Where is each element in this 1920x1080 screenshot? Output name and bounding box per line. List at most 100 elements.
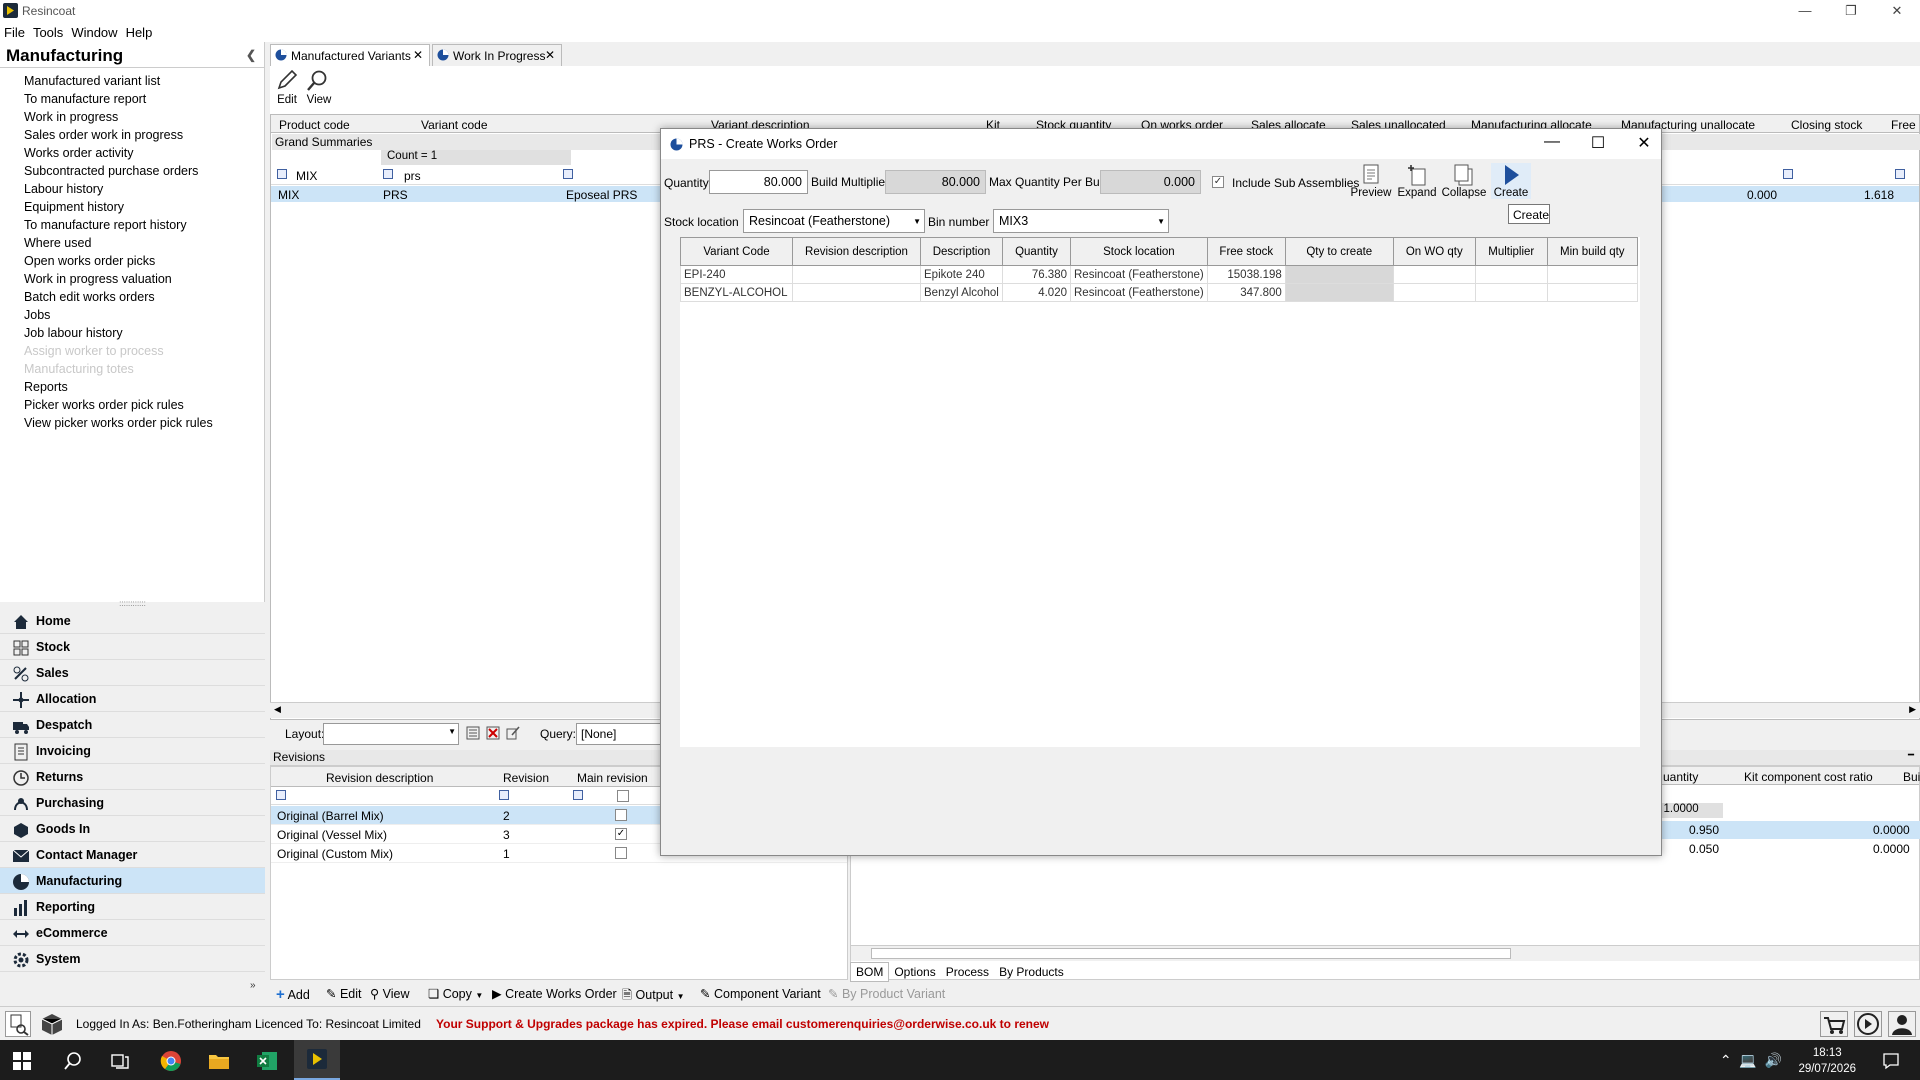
menu-file[interactable]: File [0,22,29,40]
filter-icon[interactable] [277,169,287,179]
add-button[interactable]: + Add [276,986,310,1003]
nav-item[interactable]: Equipment history [0,198,264,216]
nav-item[interactable]: Manufactured variant list [0,72,264,90]
cell-qty-to-create[interactable] [1284,283,1394,302]
cube-icon[interactable] [40,1012,64,1036]
nav-item[interactable]: To manufacture report history [0,216,264,234]
table-row[interactable]: 0.050 0.0000 [1641,840,1920,858]
col-free[interactable]: Free [1891,118,1916,132]
table-row[interactable]: EPI-240 Epikote 240 76.380 Resincoat (Feath… [680,265,1638,284]
main-revision-checkbox[interactable] [615,809,627,821]
nav-item[interactable]: Job labour history [0,324,264,342]
module-manufacturing[interactable]: Manufacturing [0,868,265,894]
layout-edit-icon[interactable] [506,726,520,740]
tab-bom[interactable]: BOM [850,962,890,982]
table-row[interactable]: BENZYL-ALCOHOL Benzyl Alcohol 4.020 Resinco… [680,283,1638,302]
view-action-button[interactable]: ⚲ View [370,986,410,1001]
main-revision-checkbox[interactable]: ✓ [615,828,627,840]
basket-icon[interactable] [1820,1011,1848,1037]
search-icon[interactable] [5,1011,31,1037]
user-icon[interactable] [1888,1011,1916,1037]
edit-button[interactable]: Edit [274,68,300,106]
col-qty-to-create[interactable]: Qty to create [1284,237,1394,266]
table-row[interactable]: 0.950 0.0000 [1641,821,1920,839]
file-explorer-icon[interactable] [208,1051,230,1071]
search-icon[interactable] [63,1051,83,1071]
output-button[interactable]: 🗎 Output ▼ [622,986,684,1007]
module-purchasing[interactable]: Purchasing [0,790,265,816]
col-multiplier[interactable]: Multiplier [1474,237,1548,266]
tab-work-in-progress[interactable]: Work In Progress ✕ [432,44,562,66]
copy-button[interactable]: ❏ Copy ▼ [428,986,483,1001]
col-closing-stock[interactable]: Closing stock [1791,118,1862,132]
col-variant-code[interactable]: Variant code [421,118,488,132]
excel-icon[interactable] [256,1050,278,1072]
pin-icon[interactable]: ━ [1908,750,1914,761]
col-product-code[interactable]: Product code [279,118,350,132]
col-revision[interactable]: Revision [503,771,549,785]
tab-by-products[interactable]: By Products [994,963,1069,981]
filter-icon[interactable] [573,790,583,800]
dialog-close-button[interactable]: ✕ [1629,133,1659,153]
col-description[interactable]: Description [920,237,1003,266]
filter-icon[interactable] [276,790,286,800]
include-sub-assemblies-checkbox[interactable]: ✓ [1212,176,1224,188]
close-window-button[interactable]: ✕ [1874,2,1920,20]
resincoat-taskbar-button[interactable] [294,1040,340,1080]
windows-start-icon[interactable] [13,1052,31,1070]
module-sales[interactable]: Sales [0,660,265,686]
nav-item[interactable]: Works order activity [0,144,264,162]
scroll-left-icon[interactable]: ◀ [274,704,281,715]
system-tray-icons[interactable]: ⌃ 💻 🔊 [1720,1052,1782,1069]
module-allocation[interactable]: Allocation [0,686,265,712]
task-view-icon[interactable] [110,1051,130,1071]
nav-item[interactable]: View picker works order pick rules [0,414,264,432]
nav-item[interactable]: Sales order work in progress [0,126,264,144]
tab-options[interactable]: Options [889,963,940,981]
nav-item[interactable]: Jobs [0,306,264,324]
col-quantity[interactable]: Quantity [1002,237,1071,266]
play-circle-icon[interactable] [1854,1011,1882,1037]
nav-item[interactable]: Labour history [0,180,264,198]
module-system[interactable]: System [0,946,265,972]
scroll-right-icon[interactable]: ▶ [1909,704,1916,715]
nav-item[interactable]: Work in progress valuation [0,270,264,288]
module-home[interactable]: Home [0,608,265,634]
nav-item[interactable]: Work in progress [0,108,264,126]
quantity-input[interactable]: 80.000 [709,170,808,194]
chrome-icon[interactable] [160,1050,182,1072]
col-main-revision[interactable]: Main revision [577,771,648,785]
col-build[interactable]: Bui [1903,770,1920,784]
nav-item[interactable]: Batch edit works orders [0,288,264,306]
menu-help[interactable]: Help [122,22,157,40]
filter-variant-code[interactable]: prs [404,169,421,183]
col-quantity[interactable]: uantity [1663,770,1698,784]
nav-item[interactable]: Where used [0,234,264,252]
module-despatch[interactable]: Despatch [0,712,265,738]
nav-item[interactable]: To manufacture report [0,90,264,108]
filter-icon[interactable] [383,169,393,179]
view-button[interactable]: View [304,68,334,106]
main-revision-checkbox[interactable] [615,847,627,859]
bom-horizontal-scrollbar[interactable] [851,945,1919,961]
layout-select[interactable]: ▼ [323,723,459,745]
edit-action-button[interactable]: ✎ Edit [326,986,362,1001]
stock-location-select[interactable]: Resincoat (Featherstone) ▼ [743,209,925,233]
col-on-wo-qty[interactable]: On WO qty [1392,237,1476,266]
filter-icon[interactable] [1895,169,1905,179]
filter-icon[interactable] [1783,169,1793,179]
expand-button[interactable]: Expand [1397,163,1437,199]
module-ecommerce[interactable]: eCommerce [0,920,265,946]
filter-icon[interactable] [563,169,573,179]
bin-number-select[interactable]: MIX3 ▼ [993,209,1169,233]
filter-icon[interactable] [499,790,509,800]
col-revision-description[interactable]: Revision description [326,771,433,785]
preview-button[interactable]: Preview [1349,163,1393,199]
nav-item[interactable]: Picker works order pick rules [0,396,264,414]
dialog-maximize-button[interactable]: ☐ [1583,133,1613,153]
close-tab-icon[interactable]: ✕ [545,48,555,62]
restore-button[interactable]: ❐ [1828,2,1874,20]
col-variant-code[interactable]: Variant Code [680,237,793,266]
close-tab-icon[interactable]: ✕ [413,48,423,62]
create-button[interactable]: Create [1491,163,1531,199]
